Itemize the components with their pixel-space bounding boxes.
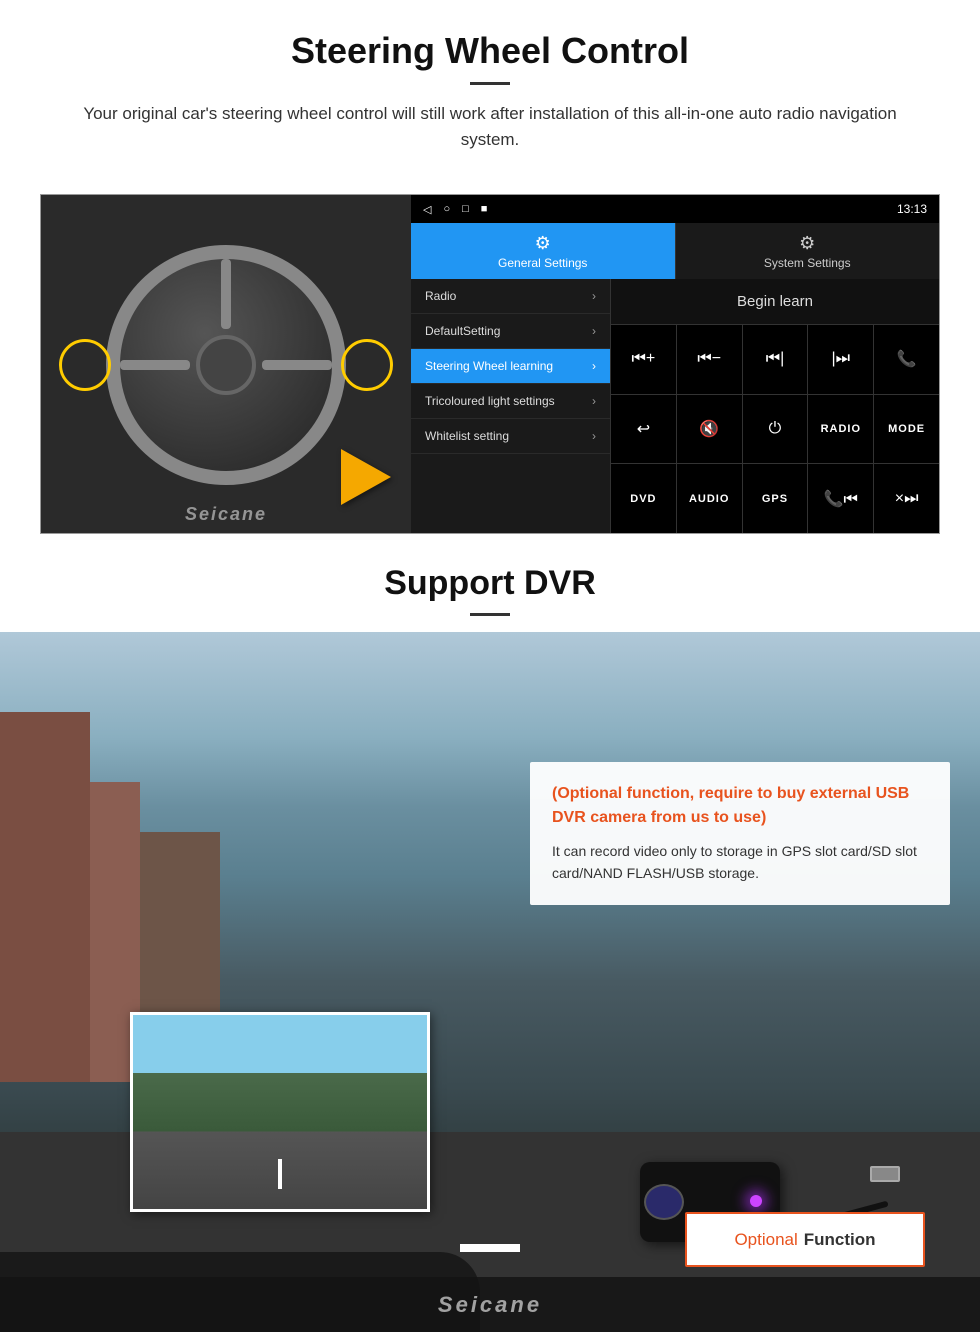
camera-led-light (750, 1195, 762, 1207)
sw-spoke-top (221, 259, 231, 329)
tab-system-settings[interactable]: ⚙ System Settings (675, 223, 940, 279)
menu-chevron-tricoloured: › (592, 394, 596, 408)
menu-tricoloured-label: Tricoloured light settings (425, 394, 555, 408)
dvr-camera-thumbnail (130, 1012, 430, 1212)
menu-item-radio[interactable]: Radio › (411, 279, 610, 314)
dvr-description: It can record video only to storage in G… (552, 840, 928, 885)
ctrl-next-track[interactable]: |⏭ (808, 325, 873, 394)
android-ui-panel: ◁ ○ □ ■ 13:13 ⚙ General Settings ⚙ Syste… (411, 195, 939, 533)
dvr-content-area: (Optional function, require to buy exter… (0, 632, 980, 1332)
android-control-content: Begin learn ⏮+ ⏮− ⏮| |⏭ 📞 ↩ 🔇 ⏻ RADIO MO… (611, 279, 939, 533)
begin-learn-label[interactable]: Begin learn (737, 293, 813, 310)
sw-button-left-highlight (59, 339, 111, 391)
menu-icon[interactable]: ■ (481, 203, 488, 216)
menu-chevron-default: › (592, 324, 596, 338)
dvr-thumbnail-inner (133, 1015, 427, 1209)
sw-hub (196, 335, 256, 395)
ctrl-vol-up[interactable]: ⏮+ (611, 325, 676, 394)
road-marking (460, 1244, 520, 1252)
ctrl-skip-next[interactable]: ×⏭ (874, 464, 939, 533)
menu-item-tricoloured[interactable]: Tricoloured light settings › (411, 384, 610, 419)
steering-wheel-graphic (106, 245, 346, 485)
function-word: Function (804, 1230, 876, 1250)
menu-item-whitelist[interactable]: Whitelist setting › (411, 419, 610, 454)
android-body: Radio › DefaultSetting › Steering Wheel … (411, 279, 939, 533)
steering-description: Your original car's steering wheel contr… (80, 101, 900, 152)
ctrl-power[interactable]: ⏻ (743, 395, 808, 464)
sw-spoke-right (262, 360, 332, 370)
optional-word: Optional (734, 1230, 797, 1250)
dvr-header: Support DVR (0, 534, 980, 632)
ctrl-mode[interactable]: MODE (874, 395, 939, 464)
sw-button-right-highlight (341, 339, 393, 391)
menu-item-default-setting[interactable]: DefaultSetting › (411, 314, 610, 349)
menu-item-steering-wheel[interactable]: Steering Wheel learning › (411, 349, 610, 384)
recents-icon[interactable]: □ (462, 203, 469, 216)
menu-default-label: DefaultSetting (425, 324, 500, 338)
ctrl-back[interactable]: ↩ (611, 395, 676, 464)
steering-title: Steering Wheel Control (40, 30, 940, 72)
ctrl-phone[interactable]: 📞 (874, 325, 939, 394)
seicane-watermark-steering: Seicane (185, 504, 267, 525)
steering-wheel-section: Steering Wheel Control Your original car… (0, 0, 980, 534)
dvr-info-box: (Optional function, require to buy exter… (530, 762, 950, 905)
camera-lens (644, 1184, 684, 1220)
tab-general-settings[interactable]: ⚙ General Settings (411, 223, 675, 279)
gear-settings-icon: ⚙ (535, 233, 551, 254)
sw-spoke-left (120, 360, 190, 370)
ctrl-mute[interactable]: 🔇 (677, 395, 742, 464)
ctrl-prev-track[interactable]: ⏮| (743, 325, 808, 394)
menu-steering-label: Steering Wheel learning (425, 359, 553, 373)
dvr-divider (470, 613, 510, 616)
thumbnail-road-marking (278, 1159, 282, 1189)
steering-demo: Seicane ◁ ○ □ ■ 13:13 ⚙ General Settings (40, 194, 940, 534)
title-divider (470, 82, 510, 85)
menu-whitelist-label: Whitelist setting (425, 429, 509, 443)
back-icon[interactable]: ◁ (423, 203, 431, 216)
ctrl-dvd[interactable]: DVD (611, 464, 676, 533)
ctrl-radio[interactable]: RADIO (808, 395, 873, 464)
arrow-indicator (341, 449, 391, 505)
menu-radio-label: Radio (425, 289, 456, 303)
system-settings-icon: ⚙ (799, 233, 815, 254)
steering-wheel-image: Seicane (41, 195, 411, 534)
dvr-optional-text: (Optional function, require to buy exter… (552, 782, 928, 830)
statusbar-time: 13:13 (897, 202, 927, 216)
dvr-bottom-bar: Seicane (0, 1277, 980, 1332)
dvr-title: Support DVR (40, 564, 940, 603)
usb-connector (870, 1166, 900, 1182)
menu-chevron-steering: › (592, 359, 596, 373)
seicane-brand-dvr: Seicane (438, 1292, 542, 1318)
dvr-section: Support DVR (Optional function, require … (0, 534, 980, 1332)
menu-chevron-radio: › (592, 289, 596, 303)
android-tabs: ⚙ General Settings ⚙ System Settings (411, 223, 939, 279)
ctrl-vol-down[interactable]: ⏮− (677, 325, 742, 394)
ctrl-gps[interactable]: GPS (743, 464, 808, 533)
tab-system-label: System Settings (764, 256, 851, 270)
ctrl-audio[interactable]: AUDIO (677, 464, 742, 533)
tab-general-label: General Settings (498, 256, 587, 270)
control-button-grid: ⏮+ ⏮− ⏮| |⏭ 📞 ↩ 🔇 ⏻ RADIO MODE DVD AUDIO… (611, 325, 939, 533)
building-2 (0, 712, 90, 1082)
android-menu: Radio › DefaultSetting › Steering Wheel … (411, 279, 611, 533)
begin-learn-row: Begin learn (611, 279, 939, 325)
optional-function-badge: Optional Function (685, 1212, 925, 1267)
ctrl-phone-prev[interactable]: 📞⏮ (808, 464, 873, 533)
home-icon[interactable]: ○ (443, 203, 450, 216)
android-statusbar: ◁ ○ □ ■ 13:13 (411, 195, 939, 223)
statusbar-nav-icons: ◁ ○ □ ■ (423, 203, 487, 216)
menu-chevron-whitelist: › (592, 429, 596, 443)
